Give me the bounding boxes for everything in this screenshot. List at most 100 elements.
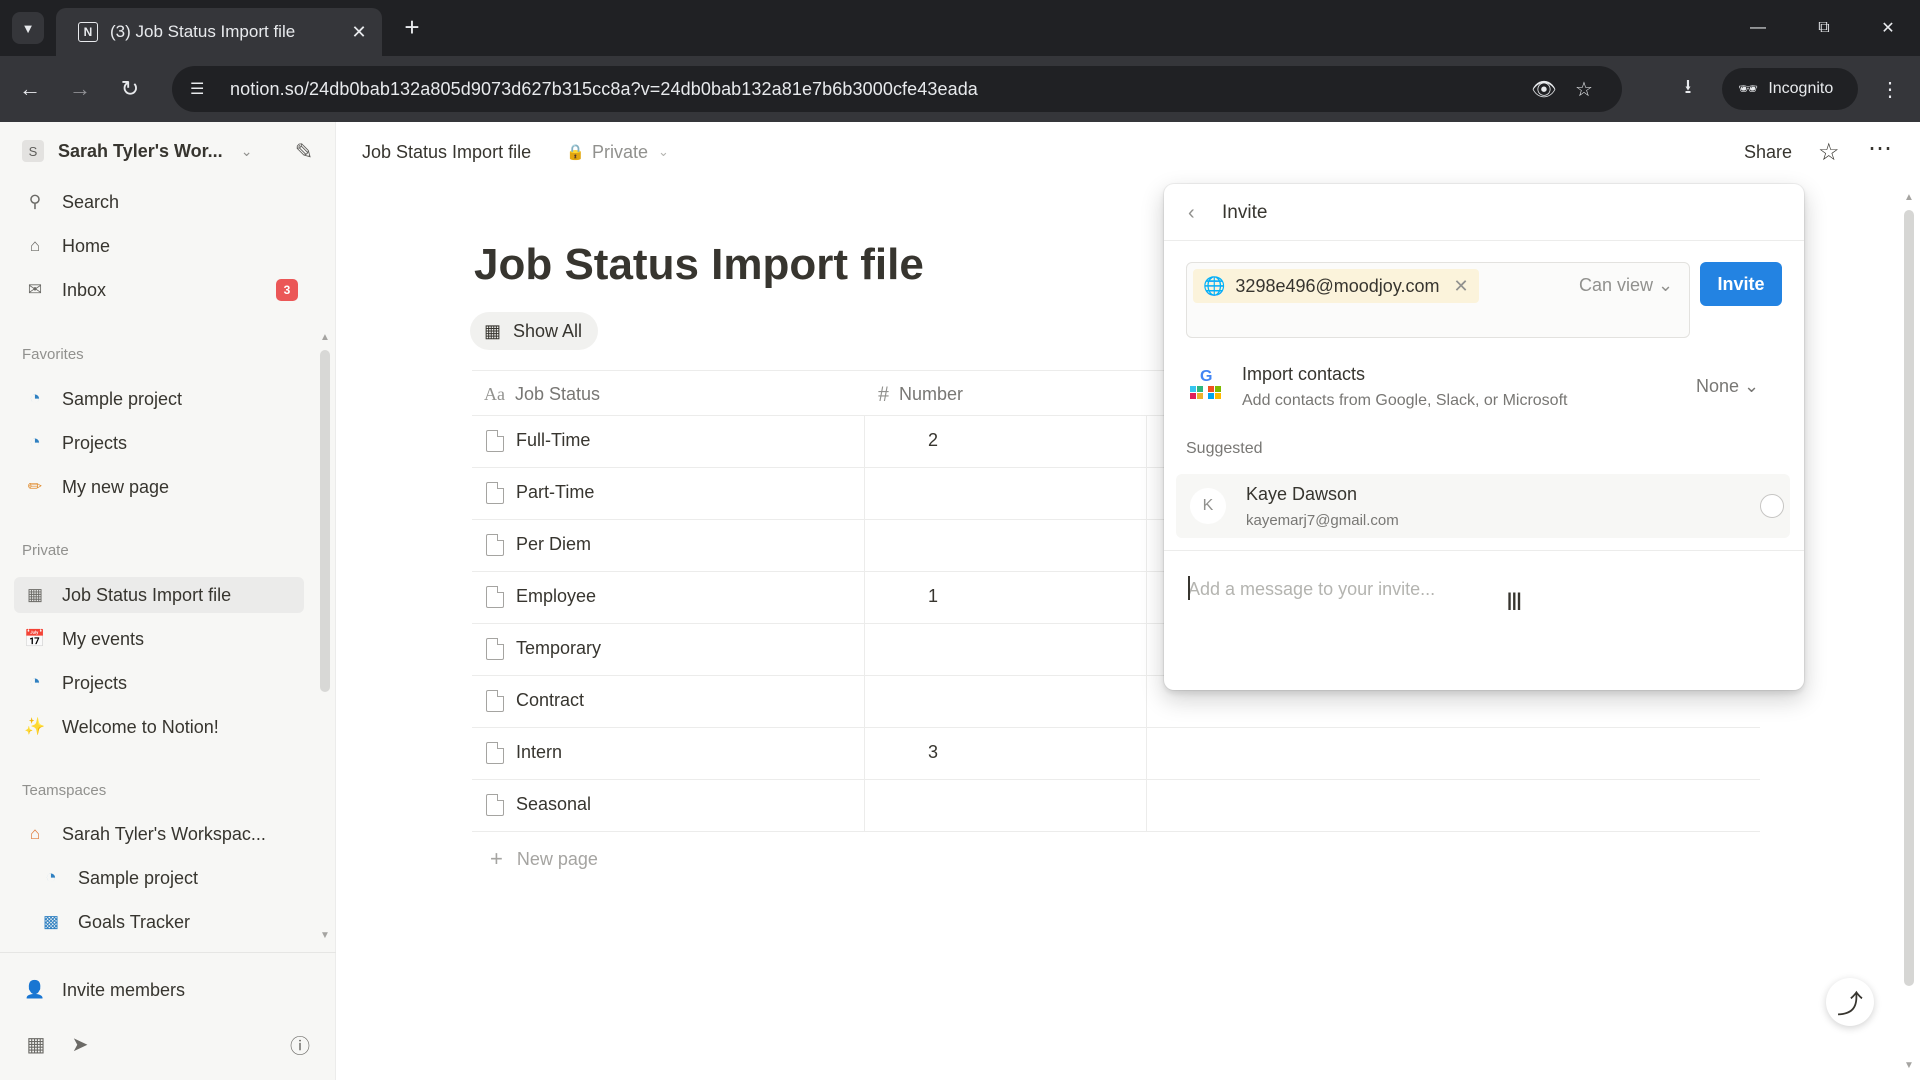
row-job-status[interactable]: Full-Time xyxy=(516,430,590,451)
incognito-badge[interactable]: 🕶 Incognito xyxy=(1722,68,1858,110)
sidebar-item-label: My new page xyxy=(62,476,170,497)
address-bar[interactable]: ☰ notion.so/24db0bab132a805d9073d627b315… xyxy=(172,66,1622,112)
sidebar-item-goals-tracker[interactable]: ▩ Goals Tracker xyxy=(38,904,328,940)
row-job-status[interactable]: Part-Time xyxy=(516,482,594,503)
sidebar-item-job-status-import-file[interactable]: ▦ Job Status Import file xyxy=(14,577,304,613)
column-header-number[interactable]: # Number xyxy=(878,371,963,417)
sidebar-item-projects[interactable]: ◔ Projects xyxy=(22,425,312,461)
import-source-value: None xyxy=(1696,376,1740,396)
page-icon xyxy=(486,586,504,608)
sidebar-item-search[interactable]: ⚲ Search xyxy=(22,184,312,220)
permission-select[interactable]: Can view ⌄ xyxy=(1579,275,1673,296)
text-property-icon: Aa xyxy=(484,383,505,404)
back-icon[interactable]: ← xyxy=(14,73,46,105)
page-scroll-up-icon[interactable]: ▲ xyxy=(1904,192,1914,203)
sidebar-item-label: Projects xyxy=(62,672,128,693)
view-tab-show-all[interactable]: ▦ Show All xyxy=(470,312,599,350)
send-icon[interactable]: ➤ xyxy=(64,1028,96,1060)
back-chevron-icon[interactable]: ‹ xyxy=(1188,202,1195,225)
more-options-icon[interactable]: ⋯ xyxy=(1868,134,1893,163)
download-icon[interactable]: ⭳ xyxy=(1672,73,1704,105)
column-label: Job Status xyxy=(515,383,601,404)
tracking-eye-off-icon[interactable]: 👁 xyxy=(1524,77,1564,102)
calendar-app-icon[interactable]: ▦ xyxy=(20,1028,52,1060)
page-scroll-down-icon[interactable]: ▼ xyxy=(1904,1060,1914,1071)
page-scrollbar[interactable] xyxy=(1904,210,1914,986)
suggested-person-row[interactable]: K Kaye Dawson kayemarj7@gmail.com xyxy=(1176,474,1790,538)
share-button[interactable]: Share xyxy=(1744,142,1792,163)
row-job-status[interactable]: Intern xyxy=(516,742,562,763)
email-chip-text: 3298e496@moodjoy.com xyxy=(1235,275,1440,296)
page-icon xyxy=(486,534,504,556)
browser-tab[interactable]: N (3) Job Status Import file ✕ xyxy=(56,8,382,56)
row-number[interactable]: 1 xyxy=(928,586,938,607)
site-info-icon[interactable]: ☰ xyxy=(190,79,216,99)
sidebar-item-projects-private[interactable]: ◔ Projects xyxy=(22,665,312,701)
sidebar-scroll-down-icon[interactable]: ▼ xyxy=(320,930,330,941)
sidebar-item-my-new-page[interactable]: ✏ My new page xyxy=(22,469,312,505)
row-job-status[interactable]: Contract xyxy=(516,690,584,711)
contact-sources-icon: G xyxy=(1190,368,1224,402)
lock-icon: 🔒 xyxy=(566,144,585,161)
page-title[interactable]: Job Status Import file xyxy=(474,240,924,290)
sidebar-item-teamspace[interactable]: ⌂ Sarah Tyler's Workspac... xyxy=(22,816,312,852)
invite-members-label: Invite members xyxy=(62,979,186,1000)
avatar: K xyxy=(1190,488,1226,524)
new-page-compose-icon[interactable]: ✎ xyxy=(290,138,318,166)
import-source-select[interactable]: None ⌄ xyxy=(1696,376,1759,397)
invite-popover-title: Invite xyxy=(1222,202,1268,223)
ai-help-icon[interactable]: ⤴ xyxy=(1826,978,1874,1026)
invite-submit-button[interactable]: Invite xyxy=(1700,262,1782,306)
tab-close-icon[interactable]: ✕ xyxy=(348,22,370,43)
breadcrumb[interactable]: Job Status Import file xyxy=(362,142,531,163)
suggested-label: Suggested xyxy=(1186,440,1263,457)
person-add-icon: 👤 xyxy=(24,980,46,999)
row-job-status[interactable]: Seasonal xyxy=(516,794,591,815)
reload-icon[interactable]: ↻ xyxy=(114,73,146,105)
page-icon xyxy=(486,690,504,712)
sidebar-item-sample-project-team[interactable]: ◔ Sample project xyxy=(38,860,328,896)
row-job-status[interactable]: Temporary xyxy=(516,638,601,659)
minimize-icon[interactable]: — xyxy=(1738,12,1778,44)
invite-email-field[interactable]: 🌐 3298e496@moodjoy.com ✕ Can view ⌄ xyxy=(1186,262,1690,338)
forward-icon[interactable]: → xyxy=(64,73,96,105)
sidebar-item-my-events[interactable]: 📅 My events xyxy=(22,621,312,657)
browser-menu-icon[interactable]: ⋮ xyxy=(1874,73,1906,105)
window-close-icon[interactable]: ✕ xyxy=(1868,12,1908,44)
divider xyxy=(1164,240,1804,241)
select-person-radio[interactable] xyxy=(1760,494,1784,518)
remove-email-icon[interactable]: ✕ xyxy=(1454,276,1469,297)
sidebar-item-label: Projects xyxy=(62,432,128,453)
sidebar-item-home[interactable]: ⌂ Home xyxy=(22,228,312,264)
sidebar-item-sample-project[interactable]: ◔ Sample project xyxy=(22,381,312,417)
sidebar-item-inbox[interactable]: ✉ Inbox 3 xyxy=(22,272,312,308)
help-icon[interactable]: ⓘ xyxy=(284,1028,316,1060)
row-number[interactable]: 3 xyxy=(928,742,938,763)
sidebar-scrollbar[interactable] xyxy=(320,350,330,692)
sidebar-item-welcome[interactable]: ✨ Welcome to Notion! xyxy=(22,709,312,745)
table-row[interactable]: Intern 3 xyxy=(472,728,1760,780)
favorite-star-icon[interactable]: ☆ xyxy=(1818,138,1840,167)
table-row[interactable]: Seasonal xyxy=(472,780,1760,832)
browser-toolbar: ← → ↻ ☰ notion.so/24db0bab132a805d9073d6… xyxy=(0,56,1920,122)
row-job-status[interactable]: Per Diem xyxy=(516,534,591,555)
invite-message-input[interactable] xyxy=(1188,574,1778,604)
new-tab-icon[interactable]: + xyxy=(398,14,426,42)
tab-search-icon[interactable]: ▼ xyxy=(12,12,44,44)
restore-icon[interactable]: ⧉ xyxy=(1804,12,1844,44)
workspace-switcher[interactable]: S Sarah Tyler's Wor... ⌄ xyxy=(22,134,322,168)
sparkle-icon: ✨ xyxy=(24,717,46,736)
url-text[interactable]: notion.so/24db0bab132a805d9073d627b315cc… xyxy=(230,79,1524,100)
new-page-row-button[interactable]: + New page xyxy=(490,846,598,872)
row-number[interactable]: 2 xyxy=(928,430,938,451)
visibility-label[interactable]: Private xyxy=(592,142,648,163)
row-job-status[interactable]: Employee xyxy=(516,586,596,607)
email-chip[interactable]: 🌐 3298e496@moodjoy.com ✕ xyxy=(1193,269,1479,303)
pencil-icon: ✏ xyxy=(27,477,43,496)
divider xyxy=(1164,550,1804,551)
bookmark-star-icon[interactable]: ☆ xyxy=(1564,77,1604,102)
page-icon xyxy=(486,482,504,504)
sidebar-scroll-up-icon[interactable]: ▲ xyxy=(320,332,330,343)
column-header-job-status[interactable]: Aa Job Status xyxy=(484,371,600,417)
invite-members-button[interactable]: 👤 Invite members xyxy=(22,972,312,1008)
